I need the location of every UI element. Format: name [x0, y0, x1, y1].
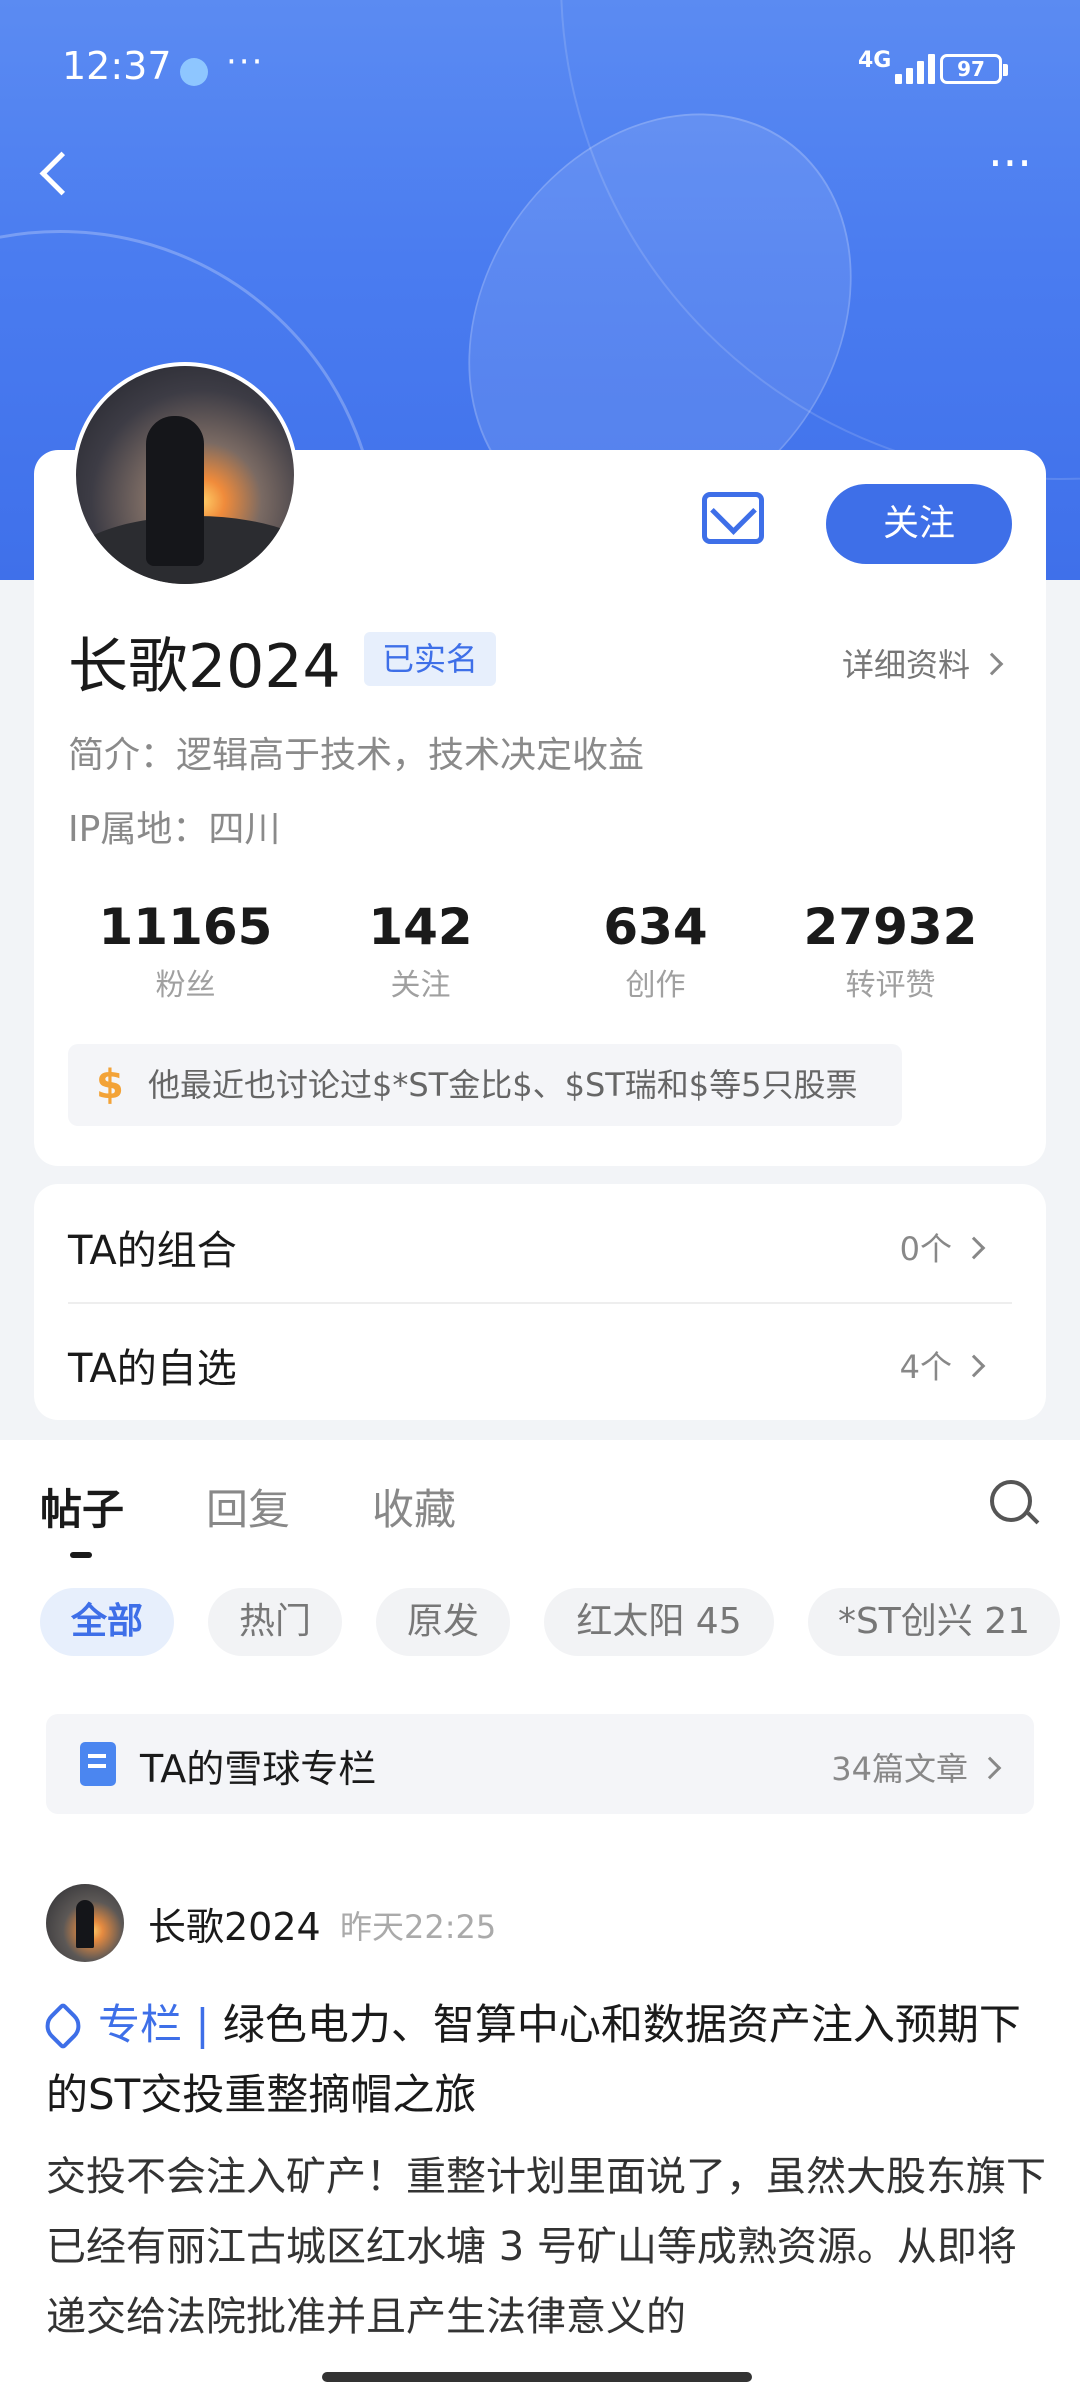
- column-count: 34篇文章: [831, 1750, 968, 1788]
- post-title[interactable]: 专栏 | 绿色电力、智算中心和数据资产注入预期下的ST交投重整摘帽之旅: [38, 1990, 1046, 2130]
- portfolio-row[interactable]: TA的组合 0个: [34, 1184, 1012, 1302]
- stat-label: 关注: [390, 968, 451, 1003]
- stat-value: 634: [603, 898, 708, 956]
- profile-name: 长歌2024: [68, 632, 341, 702]
- post-time: 昨天22:25: [340, 1908, 497, 1946]
- profile-stats: 11165 粉丝 142 关注 634 创作 27932 转评赞: [68, 898, 1008, 1004]
- more-options-icon[interactable]: ···: [980, 140, 1040, 208]
- stat-following[interactable]: 142 关注: [303, 898, 538, 1004]
- content-tabs: 帖子 回复 收藏: [0, 1440, 1080, 1570]
- app-notification-icon: [180, 58, 208, 86]
- detail-link-label: 详细资料: [842, 646, 971, 684]
- pen-icon: [38, 2001, 88, 2051]
- chip-original[interactable]: 原发: [376, 1588, 510, 1656]
- avatar[interactable]: [72, 362, 298, 588]
- tab-posts[interactable]: 帖子: [40, 1476, 124, 1537]
- home-indicator[interactable]: [322, 2372, 752, 2382]
- stat-fans[interactable]: 11165 粉丝: [68, 898, 303, 1004]
- chevron-right-icon: [962, 1236, 986, 1260]
- back-icon[interactable]: [30, 140, 90, 210]
- ip-location: IP属地：四川: [68, 809, 281, 850]
- chip-all[interactable]: 全部: [40, 1588, 174, 1656]
- column-entry[interactable]: TA的雪球专栏 34篇文章: [46, 1714, 1034, 1814]
- battery-icon: 97: [940, 54, 1008, 84]
- dollar-icon: $: [96, 1062, 124, 1108]
- stat-likes[interactable]: 27932 转评赞: [773, 898, 1008, 1004]
- chevron-right-icon: [962, 1354, 986, 1378]
- profile-bio: 简介：逻辑高于技术，技术决定收益: [68, 735, 645, 776]
- search-icon[interactable]: [990, 1480, 1032, 1522]
- tab-favorites[interactable]: 收藏: [372, 1476, 456, 1537]
- follow-button[interactable]: 关注: [826, 484, 1012, 564]
- row-count: 0个: [899, 1230, 952, 1268]
- detail-profile-link[interactable]: 详细资料: [842, 640, 1004, 686]
- stat-label: 粉丝: [155, 968, 216, 1003]
- tab-replies[interactable]: 回复: [206, 1476, 290, 1537]
- stat-label: 创作: [625, 968, 686, 1003]
- chevron-right-icon: [980, 652, 1004, 676]
- column-title: TA的雪球专栏: [140, 1747, 377, 1791]
- more-notifications-icon: ···: [226, 42, 265, 82]
- network-type: 4G: [858, 48, 892, 73]
- stat-value: 27932: [803, 898, 978, 956]
- post-tag: 专栏 |: [98, 2000, 210, 2049]
- document-icon: [80, 1742, 116, 1786]
- message-icon[interactable]: [702, 492, 764, 544]
- stat-value: 11165: [98, 898, 273, 956]
- active-tab-indicator: [70, 1552, 92, 1558]
- stat-label: 转评赞: [845, 968, 936, 1003]
- chip-hot[interactable]: 热门: [208, 1588, 342, 1656]
- stat-value: 142: [368, 898, 473, 956]
- row-label: TA的组合: [68, 1228, 237, 1274]
- status-bar: 12:37 ··· 4G 97: [0, 0, 1080, 140]
- post-author[interactable]: 长歌2024: [148, 1896, 321, 1951]
- watchlist-row[interactable]: TA的自选 4个: [34, 1302, 1012, 1420]
- chevron-right-icon: [978, 1756, 1002, 1780]
- post-author-avatar[interactable]: [46, 1884, 124, 1962]
- stock-tip-text: 他最近也讨论过$*ST金比$、$ST瑞和$等5只股票: [148, 1066, 858, 1104]
- status-time: 12:37: [62, 44, 172, 88]
- row-count: 4个: [899, 1348, 952, 1386]
- row-label: TA的自选: [68, 1346, 237, 1392]
- signal-icon: [895, 52, 945, 84]
- stat-posts[interactable]: 634 创作: [538, 898, 773, 1004]
- chip-stock[interactable]: *ST创兴 21: [808, 1588, 1060, 1656]
- chip-stock[interactable]: 红太阳 45: [544, 1588, 774, 1656]
- discussed-stocks-tip[interactable]: $ 他最近也讨论过$*ST金比$、$ST瑞和$等5只股票: [68, 1044, 902, 1126]
- filter-chips: 全部 热门 原发 红太阳 45 *ST创兴 21: [40, 1588, 1080, 1658]
- verified-badge: 已实名: [364, 632, 497, 686]
- post-body[interactable]: 交投不会注入矿产！重整计划里面说了，虽然大股东旗下已经有丽江古城区红水塘 3 号…: [46, 2142, 1046, 2352]
